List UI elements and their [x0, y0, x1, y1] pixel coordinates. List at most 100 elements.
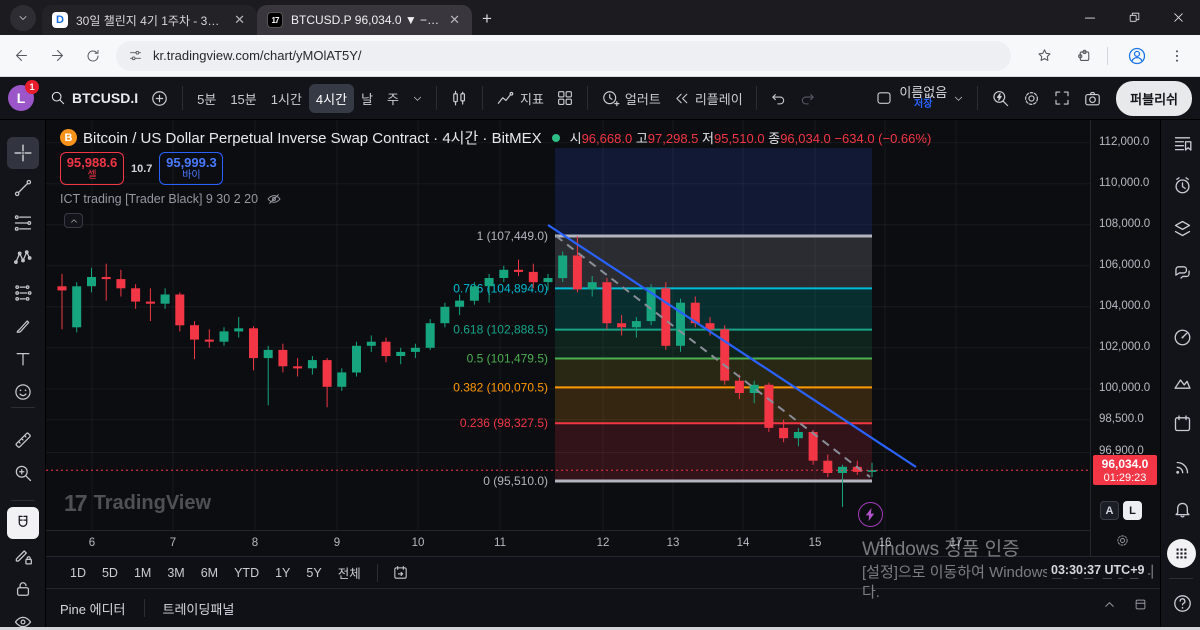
tool-trend-line[interactable]: [7, 172, 39, 204]
timeframe-5분[interactable]: 5분: [190, 84, 223, 113]
browser-tab-challenge[interactable]: D 30일 챌린지 4기 1주차 - 30일 ✕: [42, 5, 257, 35]
price-axis[interactable]: 112,000.0 110,000.0 108,000.0 106,000.0 104,…: [1090, 120, 1160, 556]
eye-off-icon[interactable]: [266, 191, 282, 207]
log-scale-button[interactable]: L: [1123, 501, 1142, 520]
drawing-toolbar: [0, 120, 46, 630]
forward-icon[interactable]: [42, 41, 72, 71]
legend-collapse-button[interactable]: [64, 213, 83, 228]
browser-toolbar: kr.tradingview.com/chart/yMOlAT5Y/: [0, 35, 1200, 77]
site-settings-icon[interactable]: [128, 48, 143, 63]
tool-lock[interactable]: [7, 573, 39, 605]
range-5D[interactable]: 5D: [94, 562, 126, 584]
bookmark-star-icon[interactable]: [1029, 41, 1059, 71]
timeframe-주[interactable]: 주: [380, 84, 406, 113]
range-3M[interactable]: 3M: [159, 562, 192, 584]
restore-button[interactable]: [1112, 0, 1156, 35]
tab-close-icon[interactable]: ✕: [232, 12, 247, 28]
tool-projection[interactable]: [7, 277, 39, 309]
sidebar-alerts[interactable]: [1170, 173, 1194, 197]
candlestick-chart[interactable]: 1 (107,449.0)0.786 (104,894.0)0.618 (102…: [46, 120, 1090, 530]
candles-icon: [450, 89, 469, 108]
menu-kebab-icon[interactable]: [1162, 41, 1192, 71]
range-전체[interactable]: 전체: [330, 559, 369, 586]
layout-name-save[interactable]: 이름없음 저장: [899, 86, 947, 110]
expand-panel-icon[interactable]: [1102, 597, 1117, 612]
save-label[interactable]: 저장: [914, 99, 932, 111]
range-5Y[interactable]: 5Y: [298, 562, 329, 584]
pine-editor-button[interactable]: Pine 에디터: [46, 593, 140, 624]
undo-button[interactable]: [764, 85, 793, 112]
tool-crosshair[interactable]: [7, 137, 39, 169]
layout-button[interactable]: [869, 84, 899, 112]
chart-style-button[interactable]: [444, 84, 475, 113]
sidebar-chat[interactable]: [1170, 260, 1194, 284]
tool-brush[interactable]: [7, 310, 39, 342]
sidebar-watchlist[interactable]: [1170, 131, 1194, 155]
sidebar-screener[interactable]: [1170, 325, 1194, 349]
minimize-icon: [1083, 11, 1097, 25]
sidebar-ideas[interactable]: [1170, 370, 1194, 394]
timeframe-1시간[interactable]: 1시간: [264, 84, 309, 113]
templates-button[interactable]: [550, 84, 580, 112]
tool-magnet[interactable]: [7, 507, 39, 539]
minimize-button[interactable]: [1068, 0, 1112, 35]
timeframe-날[interactable]: 날: [354, 84, 380, 113]
settings-gear-icon[interactable]: [1016, 84, 1047, 113]
range-1D[interactable]: 1D: [62, 562, 94, 584]
new-tab-button[interactable]: +: [482, 9, 492, 29]
tool-ruler[interactable]: [7, 424, 39, 456]
back-icon[interactable]: [6, 41, 36, 71]
replay-button[interactable]: 리플레이: [667, 84, 749, 113]
sidebar-help[interactable]: [1170, 591, 1194, 615]
compare-add-button[interactable]: [144, 84, 175, 113]
extensions-icon[interactable]: [1069, 41, 1099, 71]
publish-button[interactable]: 퍼블리쉬: [1116, 80, 1192, 116]
tab-search-chevron-icon[interactable]: [10, 5, 36, 31]
tool-xabcd-pattern[interactable]: [7, 242, 39, 274]
maximize-panel-icon[interactable]: [1133, 597, 1148, 612]
clock-utc[interactable]: 03:30:37 UTC+9: [1047, 562, 1149, 578]
address-bar[interactable]: kr.tradingview.com/chart/yMOlAT5Y/: [116, 40, 1011, 71]
snapshot-camera-icon[interactable]: [1077, 84, 1108, 113]
range-1Y[interactable]: 1Y: [267, 562, 298, 584]
tool-pencil-lock[interactable]: [7, 540, 39, 572]
sidebar-notifications[interactable]: [1170, 496, 1194, 520]
chart-pane[interactable]: 1 (107,449.0) 0.786 (104,894.0) 0.618 (102…: [46, 120, 1090, 530]
user-avatar[interactable]: L 1: [8, 80, 39, 111]
instant-trading-icon[interactable]: [858, 502, 883, 527]
goto-date-icon[interactable]: [386, 559, 415, 586]
range-1M[interactable]: 1M: [126, 562, 159, 584]
fullscreen-icon[interactable]: [1047, 84, 1077, 112]
tool-fib-retracement[interactable]: [7, 207, 39, 239]
trading-panel-button[interactable]: 트레이딩패널: [149, 593, 249, 624]
reload-icon[interactable]: [78, 41, 108, 71]
timeframe-15분[interactable]: 15분: [223, 84, 263, 113]
axis-settings-gear-icon[interactable]: [1115, 533, 1130, 548]
symbol-search-button[interactable]: BTCUSD.I: [44, 86, 144, 110]
timeframe-4시간[interactable]: 4시간: [308, 83, 355, 113]
sidebar-streams[interactable]: [1170, 455, 1194, 479]
sidebar-object-tree[interactable]: [1170, 216, 1194, 240]
redo-button[interactable]: [793, 85, 822, 112]
time-axis[interactable]: 6 7 8 9 10 11 12 13 14 15 16 17: [46, 530, 1090, 556]
quick-search-icon[interactable]: [985, 84, 1016, 113]
timeframe-dropdown-icon[interactable]: [406, 88, 429, 109]
close-button[interactable]: [1156, 0, 1200, 35]
range-YTD[interactable]: YTD: [226, 562, 267, 584]
tool-zoom-in[interactable]: [7, 457, 39, 489]
tab-close-icon[interactable]: ✕: [447, 12, 462, 28]
indicators-button[interactable]: 지표: [490, 84, 550, 113]
alert-button[interactable]: 얼러트: [595, 84, 667, 113]
time-tick: 9: [333, 537, 341, 549]
layout-dropdown-icon[interactable]: [947, 88, 970, 109]
tool-emoji[interactable]: [7, 376, 39, 408]
auto-scale-button[interactable]: A: [1100, 501, 1119, 520]
puzzle-icon: [1076, 47, 1093, 64]
browser-tab-btcusd[interactable]: 17 BTCUSD.P 96,034.0 ▼ −3.56% ✕: [257, 5, 472, 35]
sidebar-calendar[interactable]: [1170, 411, 1194, 435]
time-tick: 17: [949, 537, 963, 549]
sidebar-apps[interactable]: [1167, 539, 1196, 568]
tool-text-tool[interactable]: [7, 343, 39, 375]
profile-icon[interactable]: [1122, 41, 1152, 71]
range-6M[interactable]: 6M: [193, 562, 226, 584]
